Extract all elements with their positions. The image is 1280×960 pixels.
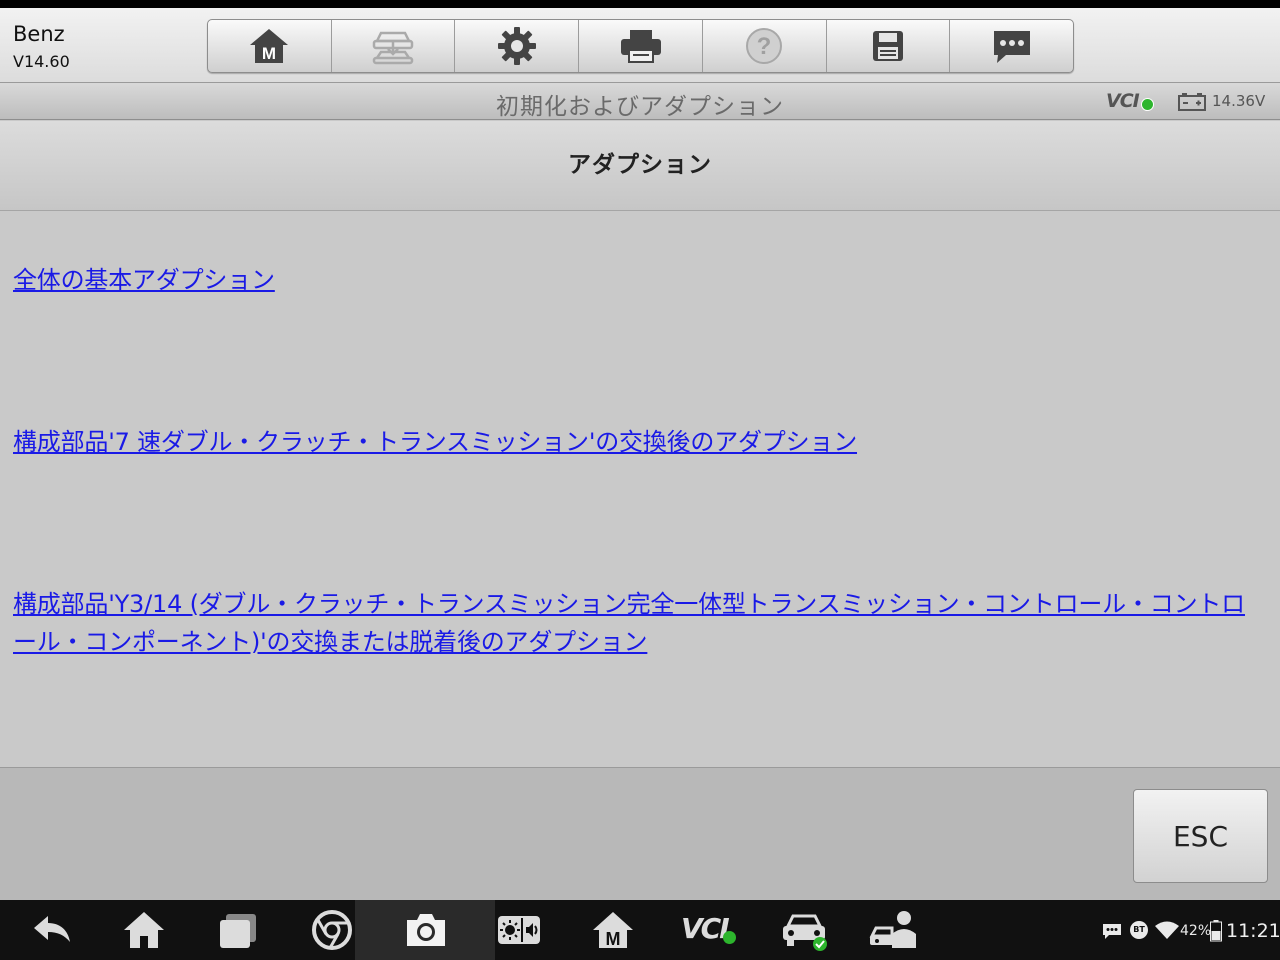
clock: 11:21 xyxy=(1226,920,1280,942)
help-button[interactable]: ? xyxy=(703,20,827,72)
vci-nav-check-icon xyxy=(723,931,736,944)
adaptation-link-basic[interactable]: 全体の基本アダプション xyxy=(13,261,275,299)
message-icon xyxy=(993,31,1030,63)
battery-icon xyxy=(1178,93,1206,111)
chat-notification-icon xyxy=(1103,924,1121,939)
vehicle-swap-icon xyxy=(372,31,414,65)
svg-text:M: M xyxy=(606,929,621,949)
main-toolbar: M ? xyxy=(207,19,1074,73)
adaptation-link-transmission[interactable]: 構成部品'7 速ダブル・クラッチ・トランスミッション'の交換後のアダプション xyxy=(13,423,857,461)
mechanic-icon[interactable] xyxy=(868,908,922,952)
svg-text:?: ? xyxy=(757,33,772,60)
bluetooth-icon: BT xyxy=(1130,921,1148,939)
esc-button[interactable]: ESC xyxy=(1133,789,1268,883)
recent-apps-icon[interactable] xyxy=(216,908,260,952)
vehicle-swap-button[interactable] xyxy=(332,20,456,72)
chrome-icon[interactable] xyxy=(310,908,354,952)
vci-status: VCI xyxy=(1106,90,1140,112)
car-check-icon[interactable] xyxy=(780,908,830,952)
svg-text:M: M xyxy=(262,44,276,63)
help-icon: ? xyxy=(746,28,783,64)
home-m-icon: M xyxy=(250,29,289,63)
adaptation-link-y3-14[interactable]: 構成部品'Y3/14 (ダブル・クラッチ・トランスミッション完全一体型トランスミ… xyxy=(13,585,1263,661)
footer-bar: ESC xyxy=(0,767,1280,901)
home-button[interactable]: M xyxy=(208,20,332,72)
app-version: V14.60 xyxy=(13,52,70,71)
vci-connected-icon xyxy=(1141,98,1154,111)
app-name: Benz xyxy=(13,22,65,46)
maxisys-home-icon[interactable]: M xyxy=(591,908,635,952)
back-icon[interactable] xyxy=(30,908,74,952)
print-button[interactable] xyxy=(579,20,703,72)
brightness-volume-icon[interactable] xyxy=(496,908,542,952)
adaptation-list: 全体の基本アダプション 構成部品'7 速ダブル・クラッチ・トランスミッション'の… xyxy=(0,211,1280,767)
title-bar: 初期化およびアダプション VCI 14.36V xyxy=(0,83,1280,120)
battery-voltage: 14.36V xyxy=(1212,92,1266,110)
message-button[interactable] xyxy=(950,20,1073,72)
save-icon xyxy=(872,31,903,61)
wifi-icon xyxy=(1155,921,1179,939)
gear-icon xyxy=(497,27,536,65)
printer-icon xyxy=(620,30,661,63)
home-icon[interactable] xyxy=(122,908,166,952)
save-button[interactable] xyxy=(827,20,951,72)
device-battery-icon xyxy=(1210,920,1222,942)
top-status-strip xyxy=(0,0,1280,8)
vci-nav-icon[interactable]: VCI xyxy=(681,912,730,945)
system-navigation-bar: M VCI BT 42% 11:21 xyxy=(0,900,1280,960)
section-header: アダプション xyxy=(0,121,1280,211)
page-title: 初期化およびアダプション xyxy=(496,94,784,120)
app-header: Benz V14.60 M ? xyxy=(0,8,1280,83)
settings-button[interactable] xyxy=(455,20,580,72)
camera-icon[interactable] xyxy=(403,908,449,952)
section-title: アダプション xyxy=(568,152,712,178)
battery-percent: 42% xyxy=(1180,923,1212,939)
